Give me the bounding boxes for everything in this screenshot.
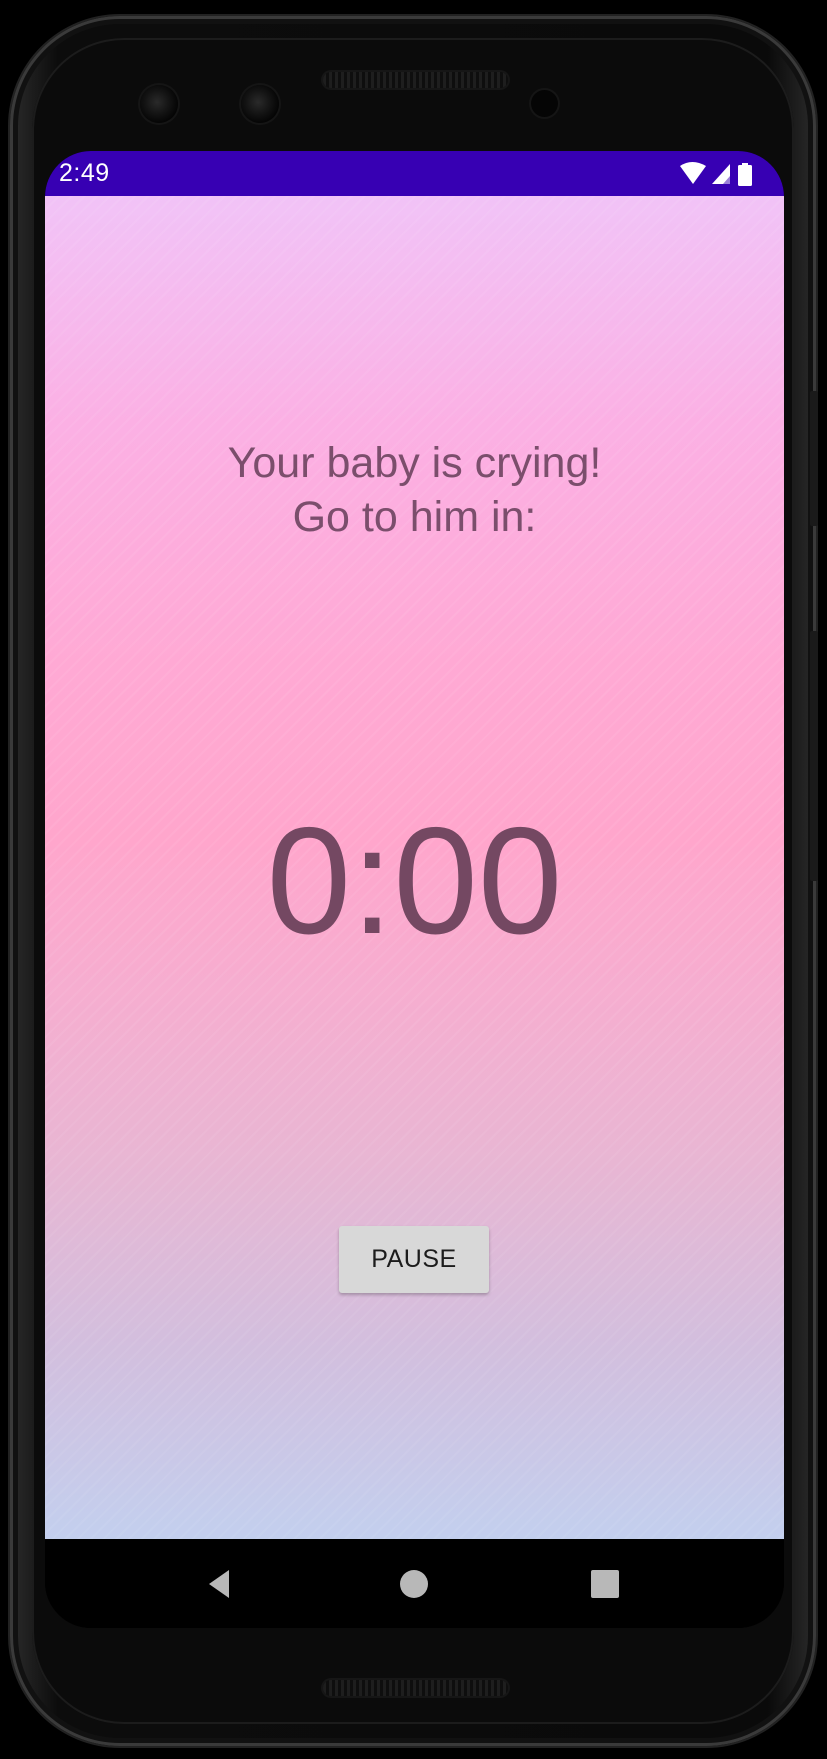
battery-icon xyxy=(738,163,752,186)
message-line-2: Go to him in: xyxy=(292,493,537,541)
front-sensor-icon xyxy=(241,85,279,123)
status-time: 2:49 xyxy=(59,159,110,187)
power-button xyxy=(810,391,818,526)
navigation-bar xyxy=(45,1539,784,1628)
back-icon xyxy=(209,1570,229,1598)
back-button[interactable] xyxy=(199,1561,245,1607)
message-line-1: Your baby is crying! xyxy=(227,439,602,487)
earpiece-speaker xyxy=(323,72,508,88)
front-camera-icon xyxy=(140,85,178,123)
recents-button[interactable] xyxy=(582,1561,628,1607)
pause-button[interactable]: PAUSE xyxy=(339,1226,489,1293)
app-content: Your baby is crying! Go to him in: 0:00 … xyxy=(45,196,784,1539)
wifi-icon xyxy=(680,162,706,184)
bottom-speaker xyxy=(323,1680,508,1696)
proximity-sensor-icon xyxy=(531,90,558,117)
volume-button xyxy=(810,631,818,881)
countdown-timer: 0:00 xyxy=(266,796,563,966)
home-icon xyxy=(400,1570,428,1598)
screen: 2:49 Your baby is crying! Go to him in: … xyxy=(45,151,784,1628)
status-bar: 2:49 xyxy=(45,151,784,196)
home-button[interactable] xyxy=(391,1561,437,1607)
status-icons xyxy=(680,162,752,186)
recents-icon xyxy=(591,1570,619,1598)
crying-message: Your baby is crying! Go to him in: xyxy=(45,436,784,544)
